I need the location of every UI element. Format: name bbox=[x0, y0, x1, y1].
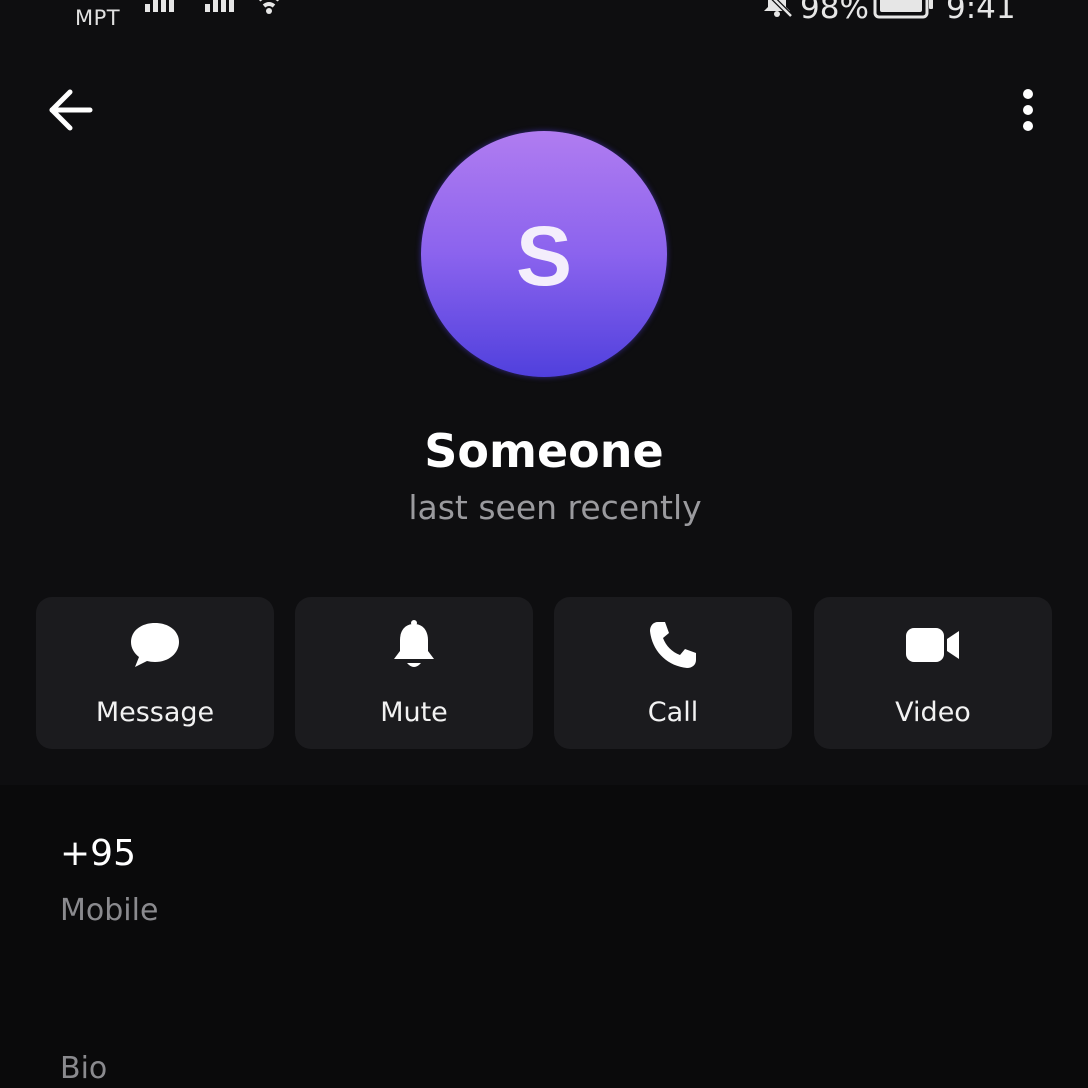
phone-type-label: Mobile bbox=[60, 893, 159, 928]
more-options-button[interactable] bbox=[1000, 80, 1056, 144]
status-bar: MPT 98% 9:41 bbox=[0, 0, 1088, 30]
video-button[interactable]: Video bbox=[814, 597, 1052, 749]
phone-icon bbox=[554, 617, 792, 673]
mute-label: Mute bbox=[380, 697, 448, 728]
video-camera-icon bbox=[814, 617, 1052, 673]
signal-icon bbox=[143, 0, 179, 16]
chat-bubble-icon bbox=[36, 617, 274, 673]
battery-icon bbox=[873, 0, 935, 24]
mute-button[interactable]: Mute bbox=[295, 597, 533, 749]
video-label: Video bbox=[895, 697, 971, 728]
wifi-icon bbox=[251, 0, 287, 18]
last-seen-status: last seen recently bbox=[408, 488, 702, 527]
message-label: Message bbox=[95, 697, 215, 728]
action-buttons: Message Mute Call Video bbox=[36, 597, 1052, 749]
signal-icon bbox=[203, 0, 239, 16]
message-button[interactable]: Message bbox=[36, 597, 274, 749]
back-button[interactable] bbox=[38, 80, 102, 144]
bell-icon bbox=[295, 617, 533, 673]
battery-percent: 98% bbox=[800, 0, 869, 26]
contact-info-section: +95 Mobile Bio bbox=[0, 785, 1088, 1088]
avatar[interactable]: S bbox=[421, 131, 667, 377]
clock: 9:41 bbox=[946, 0, 1016, 26]
carrier-name: MPT bbox=[75, 6, 121, 30]
bell-off-icon bbox=[760, 0, 794, 22]
arrow-left-icon bbox=[46, 88, 94, 136]
call-button[interactable]: Call bbox=[554, 597, 792, 749]
bio-label: Bio bbox=[60, 1051, 108, 1086]
avatar-initial: S bbox=[515, 208, 573, 303]
phone-number[interactable]: +95 bbox=[60, 833, 136, 874]
contact-name: Someone bbox=[424, 424, 664, 478]
more-vertical-icon bbox=[1021, 88, 1035, 136]
contact-profile-screen: MPT 98% 9:41 S Someone last seen recentl… bbox=[0, 0, 1088, 1088]
call-label: Call bbox=[647, 697, 699, 728]
